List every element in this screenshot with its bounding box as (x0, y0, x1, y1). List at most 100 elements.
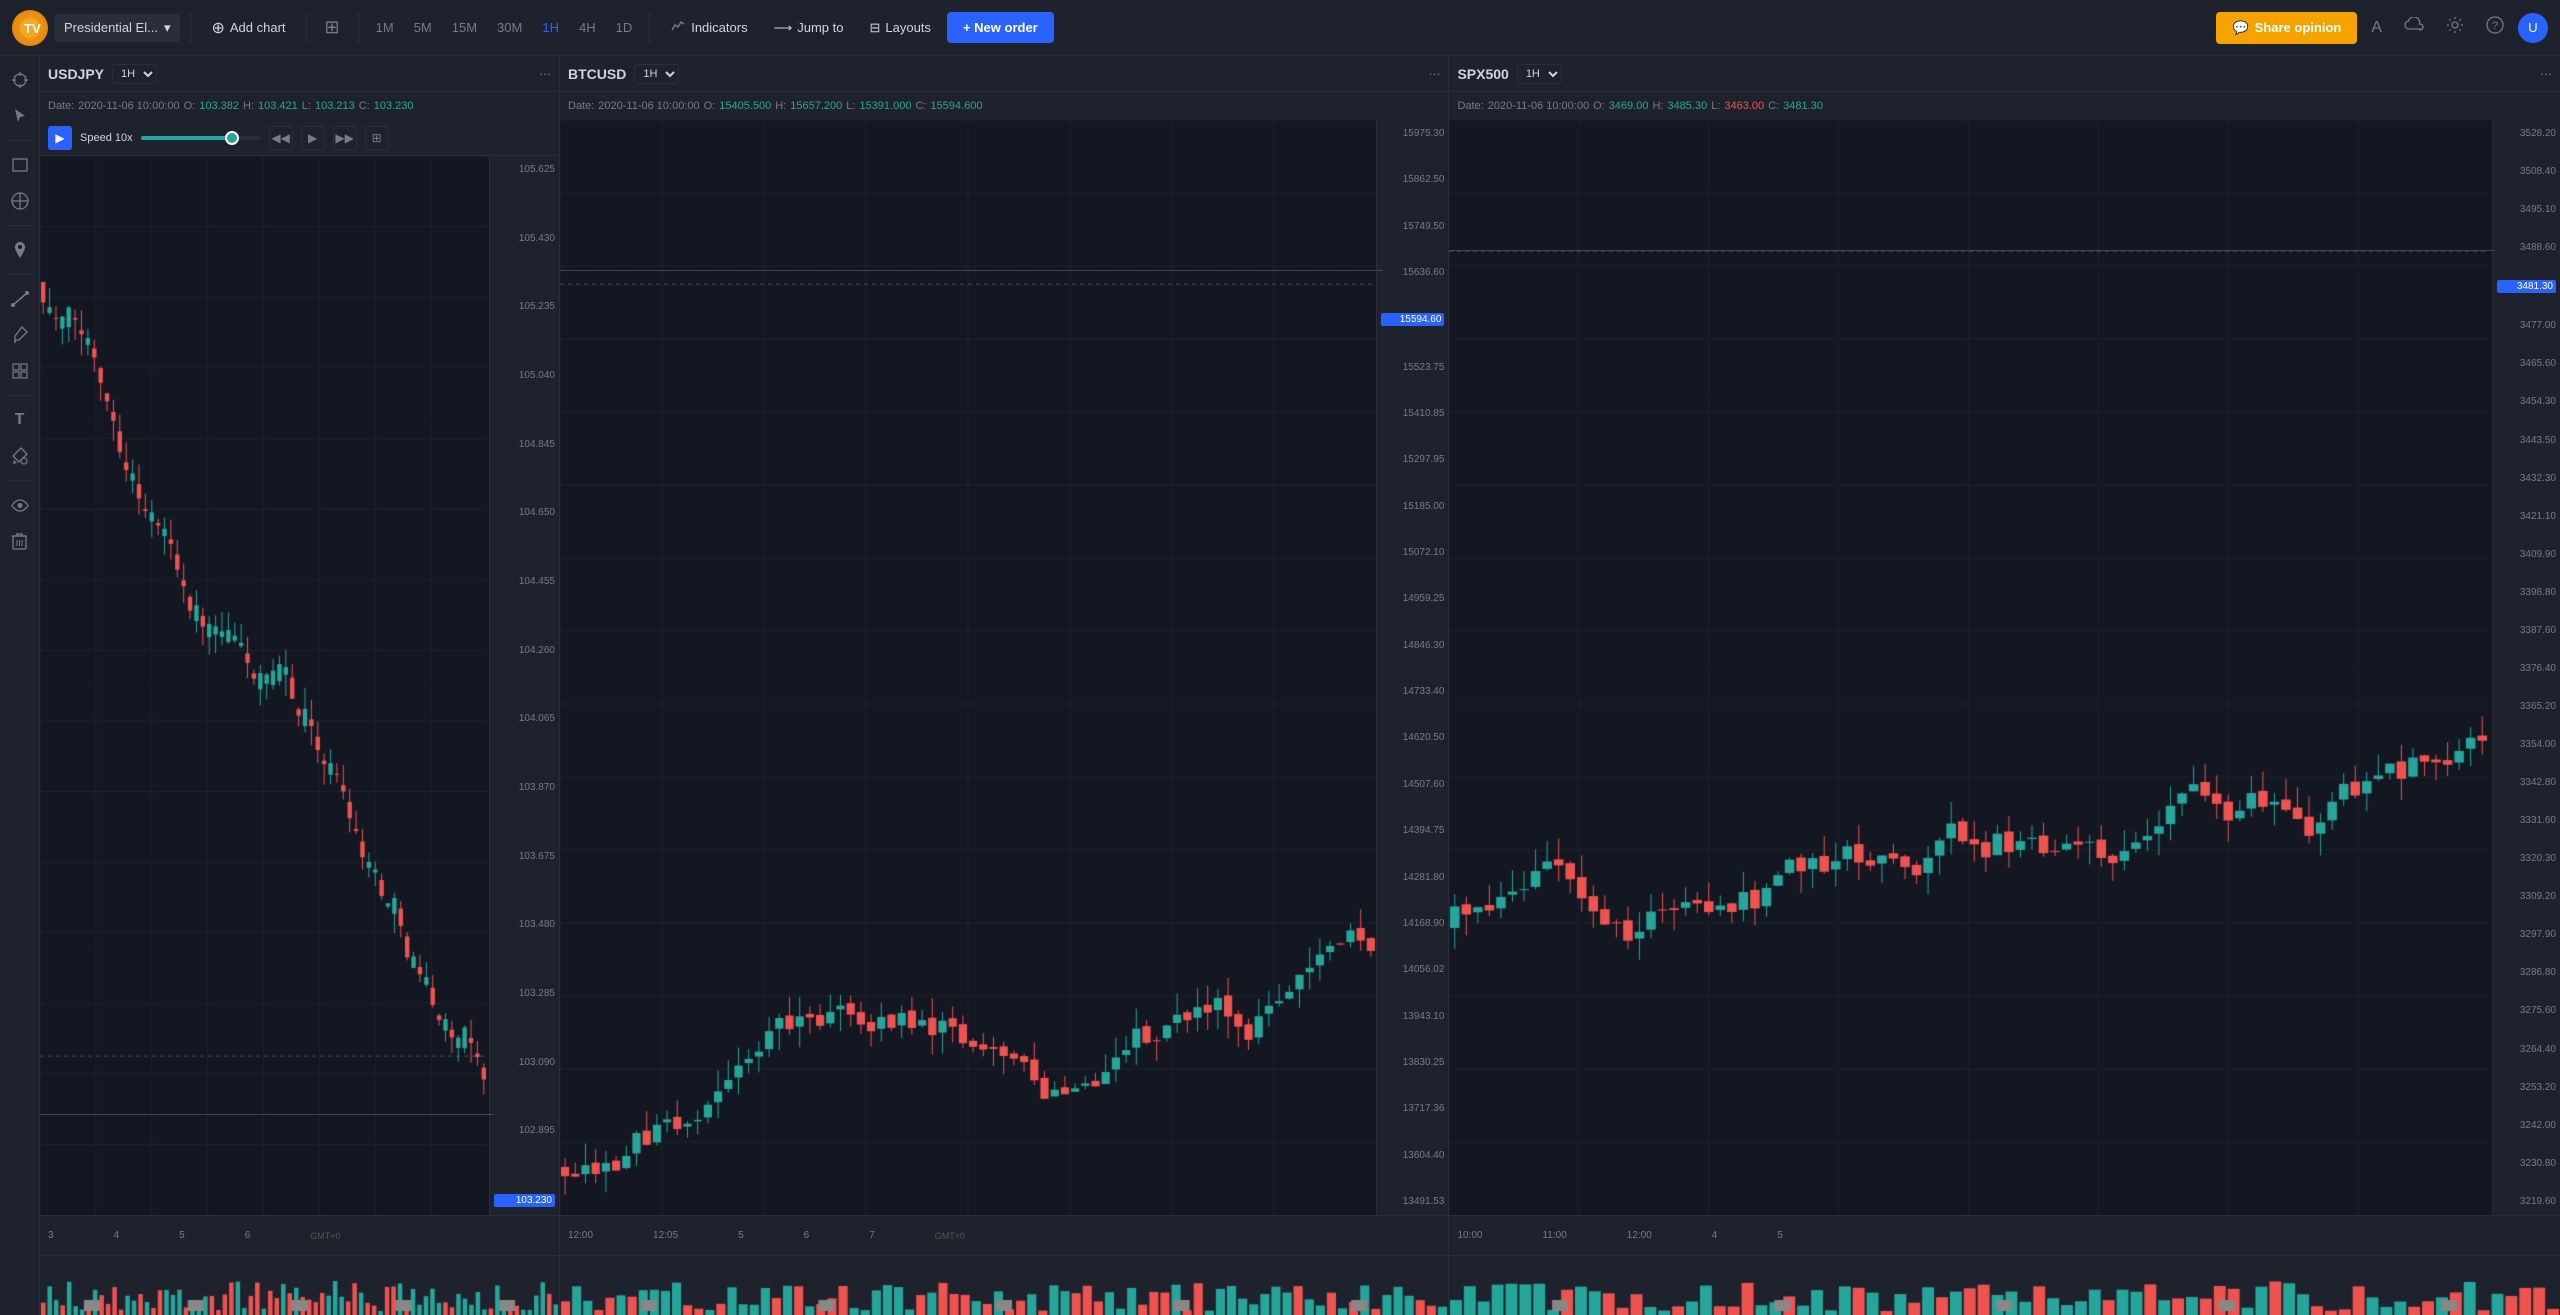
left-toolbar: T (0, 56, 40, 1315)
settings-icon[interactable] (2438, 11, 2472, 44)
column-chooser-icon[interactable]: ⊞ (317, 12, 348, 43)
step-forward-icon[interactable]: ▶ (301, 126, 325, 150)
chart-title-dropdown[interactable]: Presidential El... ▾ (54, 14, 180, 42)
timeframe-1h[interactable]: 1H (535, 15, 566, 40)
speed-slider-fill (141, 136, 231, 140)
price-axis-spx500: 3528.20 3508.40 3495.10 3488.60 3481.30 … (2492, 120, 2560, 1215)
measure-tool[interactable] (4, 185, 36, 217)
fast-forward-icon[interactable]: ▶▶ (333, 126, 357, 150)
timeframe-5m[interactable]: 5M (407, 15, 439, 40)
time-axis-usdjpy: 3 4 5 6 GMT+0 (40, 1215, 559, 1255)
ohlc-btcusd: Date: 2020-11-06 10:00:00 O:15405.500 H:… (560, 92, 1448, 120)
time-axis-btcusd: 12:00 12:05 5 6 7 GMT+0 (560, 1215, 1448, 1255)
add-chart-button[interactable]: ⊕ Add chart (201, 13, 295, 43)
trendline-tool[interactable] (4, 283, 36, 315)
tool-sep-2 (8, 225, 32, 226)
timeframe-select-usdjpy[interactable]: 1H (112, 64, 157, 84)
new-order-button[interactable]: + New order (947, 12, 1054, 43)
tool-sep-1 (8, 140, 32, 141)
speed-label: Speed 10x (80, 132, 133, 144)
charts-row: USDJPY 1H ⋯ Date: 2020-11-06 10:00:00 O:… (40, 56, 2560, 1315)
cloud-icon[interactable] (2396, 12, 2432, 43)
divider-3 (358, 13, 359, 43)
indicators-button[interactable]: Indicators (660, 13, 757, 42)
play-button[interactable]: ▶ (48, 126, 72, 150)
timeframe-select-btcusd[interactable]: 1H (634, 64, 679, 84)
jump-to-button[interactable]: ⟶ Jump to (764, 15, 854, 41)
step-back-icon[interactable]: ◀◀ (269, 126, 293, 150)
text-tool[interactable]: T (4, 404, 36, 436)
chart-header-usdjpy: USDJPY 1H ⋯ (40, 56, 559, 92)
playback-bar: ▶ Speed 10x ◀◀ ▶ ▶▶ ⊞ (40, 120, 559, 156)
timeframe-select-spx500[interactable]: 1H (1517, 64, 1562, 84)
chart-header-btcusd: BTCUSD 1H ⋯ (560, 56, 1448, 92)
cursor-tool[interactable] (4, 100, 36, 132)
price-axis-btcusd: 15975.30 15862.50 15749.50 15636.60 1559… (1376, 120, 1448, 1215)
share-opinion-button[interactable]: 💬 Share opinion (2216, 12, 2357, 44)
chart-panel-btcusd: BTCUSD 1H ⋯ Date: 2020-11-06 10:00:00 O:… (560, 56, 1449, 1315)
indicators-icon (670, 18, 686, 37)
timeframe-1d[interactable]: 1D (609, 15, 640, 40)
layouts-icon: ⊟ (869, 20, 880, 36)
help-icon[interactable]: ? (2478, 11, 2512, 44)
crosshair-tool[interactable] (4, 64, 36, 96)
bottom-strip-usdjpy (40, 1255, 559, 1315)
user-avatar[interactable]: U (2518, 13, 2548, 43)
chart-canvas-spx500[interactable]: 3528.20 3508.40 3495.10 3488.60 3481.30 … (1449, 120, 2560, 1215)
divider-4 (649, 13, 650, 43)
chart-title-label: Presidential El... (64, 20, 158, 35)
divider-1 (190, 13, 191, 43)
text-size-icon[interactable]: A (2363, 14, 2390, 42)
share-icon: 💬 (2232, 20, 2248, 36)
plus-icon: ⊕ (211, 18, 224, 38)
layouts-button[interactable]: ⊟ Layouts (859, 15, 940, 41)
main-area: T (0, 56, 2560, 1315)
brush-tool[interactable] (4, 319, 36, 351)
chart-canvas-usdjpy[interactable]: 105.625 105.430 105.235 105.040 104.845 … (40, 156, 559, 1215)
divider-2 (306, 13, 307, 43)
current-price-tag-usdjpy: 103.230 (494, 1194, 555, 1207)
ohlc-usdjpy: Date: 2020-11-06 10:00:00 O:103.382 H:10… (40, 92, 559, 120)
btc-crosshair-price: 15594.60 (1381, 313, 1444, 326)
topbar: TV Presidential El... ▾ ⊕ Add chart ⊞ 1M… (0, 0, 2560, 56)
bottom-strip-spx500 (1449, 1255, 2560, 1315)
pin-tool[interactable] (4, 234, 36, 266)
timeframe-1m[interactable]: 1M (369, 15, 401, 40)
pattern-tool[interactable] (4, 355, 36, 387)
logo-icon[interactable]: TV (12, 10, 48, 46)
tool-sep-5 (8, 480, 32, 481)
chart-header-spx500: SPX500 1H ⋯ (1449, 56, 2560, 92)
crosshair-h-btcusd (560, 270, 1383, 271)
tool-sep-4 (8, 395, 32, 396)
new-order-icon: + (963, 20, 971, 35)
chart-menu-icon[interactable]: ⋯ (539, 67, 551, 81)
symbol-spx500: SPX500 (1457, 66, 1508, 82)
speed-slider-thumb (225, 131, 239, 145)
chart-canvas-btcusd[interactable]: 15975.30 15862.50 15749.50 15636.60 1559… (560, 120, 1448, 1215)
symbol-usdjpy: USDJPY (48, 66, 104, 82)
chevron-down-icon: ▾ (164, 20, 171, 36)
crosshair-h-usdjpy (40, 1114, 494, 1115)
paint-tool[interactable] (4, 440, 36, 472)
timeframe-30m[interactable]: 30M (490, 15, 529, 40)
screenshot-icon[interactable]: ⊞ (365, 126, 389, 150)
timeframe-4h[interactable]: 4H (572, 15, 603, 40)
trash-tool[interactable] (4, 525, 36, 557)
crosshair-h-spx500 (1449, 250, 2495, 251)
time-axis-spx500: 10:00 11:00 12:00 4 5 (1449, 1215, 2560, 1255)
bottom-strip-btcusd (560, 1255, 1448, 1315)
chart-panel-spx500: SPX500 1H ⋯ Date: 2020-11-06 10:00:00 O:… (1449, 56, 2560, 1315)
price-axis-usdjpy: 105.625 105.430 105.235 105.040 104.845 … (489, 156, 559, 1215)
jump-icon: ⟶ (774, 20, 793, 36)
svg-text:?: ? (2492, 20, 2498, 32)
rectangle-tool[interactable] (4, 149, 36, 181)
speed-slider[interactable] (141, 136, 261, 140)
charts-area: USDJPY 1H ⋯ Date: 2020-11-06 10:00:00 O:… (40, 56, 2560, 1315)
eye-tool[interactable] (4, 489, 36, 521)
chart-menu-icon-3[interactable]: ⋯ (2540, 67, 2552, 81)
svg-text:TV: TV (24, 21, 41, 36)
timeframe-15m[interactable]: 15M (445, 15, 484, 40)
ohlc-spx500: Date: 2020-11-06 10:00:00 O:3469.00 H:34… (1449, 92, 2560, 120)
tool-sep-3 (8, 274, 32, 275)
chart-menu-icon-2[interactable]: ⋯ (1428, 67, 1440, 81)
